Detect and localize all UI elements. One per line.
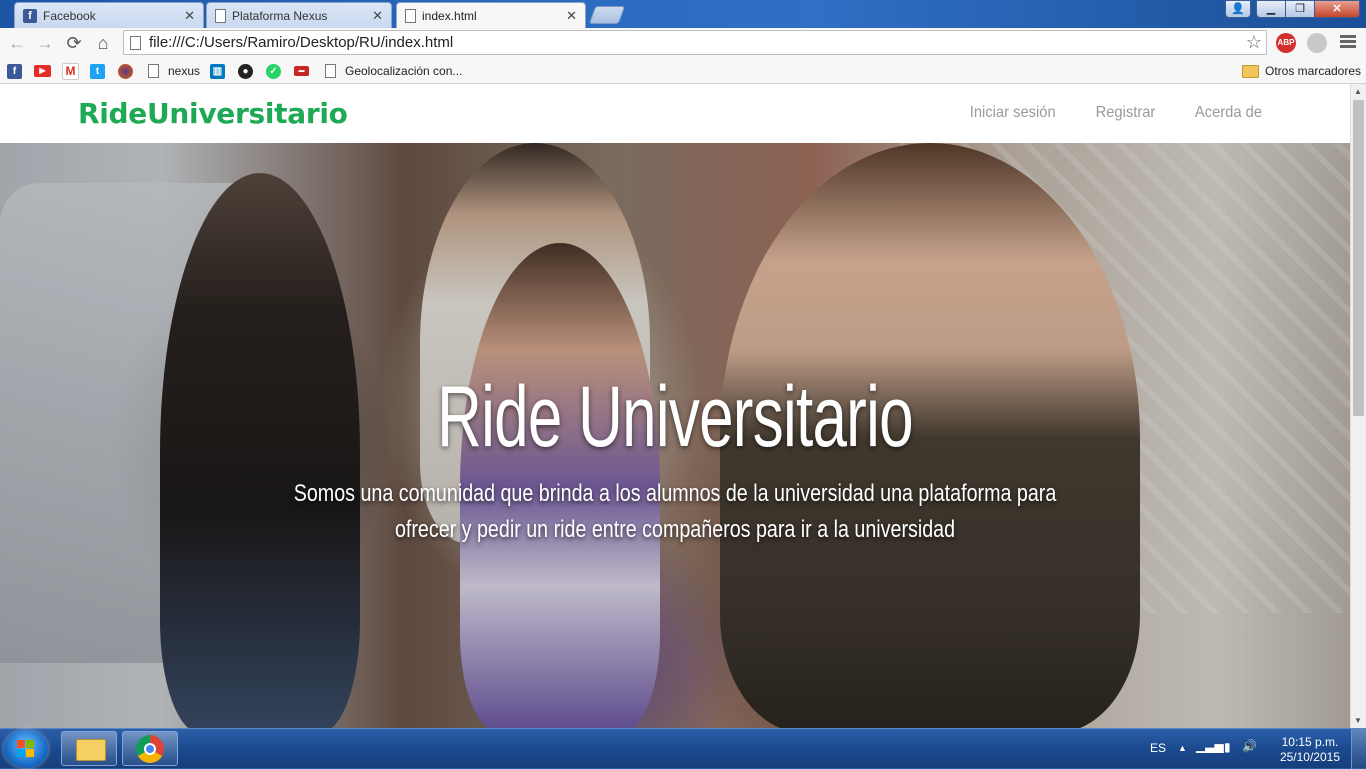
signal-icon[interactable]: ▁▃▅ [1196, 739, 1224, 753]
system-tray: ES ▲ ▁▃▅ ▮ 🔊 10:15 p.m. 25/10/2015 [1136, 729, 1366, 769]
bookmark-label: nexus [168, 64, 201, 78]
taskbar-explorer[interactable] [61, 731, 117, 766]
hero-title: Ride Universitario [437, 369, 913, 465]
other-bookmarks-folder[interactable]: Otros marcadores [1242, 63, 1361, 79]
minimize-button[interactable]: ▁ [1256, 0, 1286, 18]
tab-title: Facebook [43, 8, 96, 23]
youtube-icon: ▶ [34, 65, 51, 77]
hero-subtitle: Somos una comunidad que brinda a los alu… [195, 476, 1155, 548]
chrome-icon [136, 735, 164, 763]
address-bar[interactable]: file:///C:/Users/Ramiro/Desktop/RU/index… [123, 30, 1267, 55]
trello-icon: ▥ [210, 63, 225, 79]
document-icon [148, 64, 159, 78]
clock-time: 10:15 p.m. [1281, 735, 1339, 749]
extension-icon[interactable] [1307, 33, 1327, 53]
bookmark-geolocalizacion[interactable]: Geolocalización con... [325, 63, 462, 79]
close-window-button[interactable]: ✕ [1314, 0, 1360, 18]
show-desktop-button[interactable] [1351, 729, 1366, 769]
bookmarks-bar: f ▶ M t nexus ▥ ● ✓ ▬ Geolocalización co… [0, 58, 1366, 84]
bookmark-nexus[interactable]: nexus [148, 63, 200, 79]
bookmark-firefox[interactable] [118, 63, 133, 79]
close-icon[interactable]: ✕ [372, 8, 383, 24]
bookmark-twitter[interactable]: t [90, 63, 105, 79]
windows-logo-icon [17, 740, 35, 758]
show-hidden-icons-icon[interactable]: ▲ [1178, 743, 1187, 753]
clock-date: 25/10/2015 [1279, 750, 1340, 764]
document-icon [325, 64, 336, 78]
taskbar-chrome[interactable] [122, 731, 178, 766]
nav-link-login[interactable]: Iniciar sesión [970, 104, 1056, 122]
forward-arrow-icon[interactable]: → [34, 32, 56, 54]
tab-plataforma-nexus[interactable]: Plataforma Nexus ✕ [206, 2, 392, 28]
windows-taskbar: ES ▲ ▁▃▅ ▮ 🔊 10:15 p.m. 25/10/2015 [0, 728, 1366, 769]
hero-subtitle-text: Somos una comunidad que brinda a los alu… [293, 480, 1057, 543]
facebook-icon: f [23, 8, 37, 23]
bookmark-label: Geolocalización con... [345, 64, 463, 78]
user-profile-icon[interactable]: 👤 [1225, 0, 1251, 18]
maximize-button[interactable]: ❐ [1285, 0, 1315, 18]
bookmark-trello[interactable]: ▥ [210, 63, 225, 79]
language-indicator[interactable]: ES [1150, 741, 1166, 755]
tab-title: Plataforma Nexus [232, 8, 328, 23]
address-url[interactable]: file:///C:/Users/Ramiro/Desktop/RU/index… [149, 34, 453, 51]
browser-titlebar: f Facebook ✕ Plataforma Nexus ✕ index.ht… [0, 0, 1366, 29]
bookmark-youtube[interactable]: ▶ [34, 63, 51, 79]
clock[interactable]: 10:15 p.m. 25/10/2015 [1280, 735, 1340, 765]
tab-facebook[interactable]: f Facebook ✕ [14, 2, 204, 28]
bookmark-gmail[interactable]: M [62, 62, 79, 80]
tab-index-html[interactable]: index.html ✕ [396, 2, 586, 29]
twitter-icon: t [90, 63, 105, 79]
battery-icon[interactable]: ▮ [1224, 740, 1231, 754]
new-tab-button[interactable] [588, 6, 626, 24]
document-icon [215, 8, 226, 23]
bookmark-github[interactable]: ● [238, 63, 253, 79]
scroll-down-arrow-icon[interactable]: ▼ [1354, 716, 1362, 725]
site-navbar: RideUniversitario Iniciar sesión Registr… [0, 84, 1350, 143]
folder-icon [76, 739, 106, 761]
folder-icon [1242, 64, 1259, 78]
chrome-menu-icon[interactable] [1340, 33, 1356, 50]
reload-icon[interactable]: ⟳ [63, 32, 85, 54]
close-icon[interactable]: ✕ [566, 8, 577, 24]
page-viewport: RideUniversitario Iniciar sesión Registr… [0, 84, 1350, 728]
site-icon: ▬ [294, 66, 309, 76]
bookmark-whatsapp[interactable]: ✓ [266, 63, 281, 79]
scroll-up-arrow-icon[interactable]: ▲ [1354, 87, 1362, 96]
browser-toolbar: ← → ⟳ ⌂ file:///C:/Users/Ramiro/Desktop/… [0, 28, 1366, 58]
site-brand[interactable]: RideUniversitario [78, 97, 348, 130]
close-icon[interactable]: ✕ [184, 8, 195, 24]
hero-banner: Ride Universitario Somos una comunidad q… [0, 143, 1350, 728]
nav-link-about[interactable]: Acerda de [1195, 104, 1262, 122]
document-icon [405, 9, 416, 23]
gmail-icon: M [62, 62, 79, 80]
back-arrow-icon[interactable]: ← [6, 32, 28, 54]
start-button[interactable] [4, 730, 48, 768]
nav-link-register[interactable]: Registrar [1096, 104, 1156, 122]
scrollbar-thumb[interactable] [1353, 100, 1364, 416]
firefox-icon [118, 63, 133, 79]
bookmark-facebook[interactable]: f [7, 63, 22, 79]
bookmark-site[interactable]: ▬ [294, 63, 309, 79]
window-controls: 👤 ▁ ❐ ✕ [1225, 0, 1360, 18]
page-scrollbar[interactable]: ▲ ▼ [1350, 84, 1366, 728]
site-nav-links: Iniciar sesión Registrar Acerda de [932, 104, 1265, 122]
home-icon[interactable]: ⌂ [92, 32, 114, 54]
volume-icon[interactable]: 🔊 [1242, 739, 1257, 753]
github-icon: ● [238, 63, 253, 79]
other-bookmarks-label: Otros marcadores [1265, 64, 1362, 78]
tab-title: index.html [422, 9, 477, 23]
document-icon [130, 35, 141, 50]
adblock-plus-icon[interactable]: ABP [1276, 33, 1296, 53]
bookmark-star-icon[interactable]: ☆ [1246, 32, 1262, 53]
facebook-icon: f [7, 63, 22, 79]
whatsapp-icon: ✓ [266, 63, 281, 79]
